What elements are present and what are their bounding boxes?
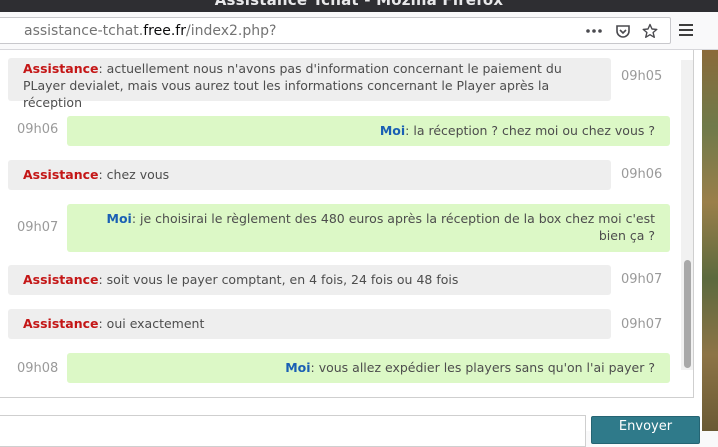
sender-name: Moi — [379, 123, 406, 138]
sender-name: Assistance — [23, 167, 99, 182]
window-titlebar: Assistance Tchat - Mozilla Firefox — [0, 0, 718, 12]
browser-toolbar: assistance-tchat.free.fr/index2.php? — [0, 12, 718, 50]
sender-name: Moi — [285, 360, 311, 375]
message-time: 09h06 — [621, 167, 663, 182]
message-assistance: Assistance: chez vous — [8, 160, 611, 190]
message-assistance: Assistance: actuellement nous n'avons pa… — [8, 58, 611, 110]
message-text: oui exactement — [106, 316, 205, 331]
window-title: Assistance Tchat - Mozilla Firefox — [214, 0, 504, 9]
hamburger-menu-icon[interactable] — [676, 21, 696, 39]
message-time: 09h05 — [621, 69, 663, 84]
message-moi: Moi: vous allez expédier les players san… — [67, 353, 670, 383]
message-input[interactable] — [0, 415, 586, 447]
message-text: je choisirai le règlement des 480 euros … — [140, 211, 655, 243]
message-text: chez vous — [106, 167, 170, 182]
sender-name: Assistance — [23, 316, 99, 331]
message-assistance: Assistance: oui exactement — [8, 309, 611, 339]
chat-page: Assistance: actuellement nous n'avons pa… — [0, 50, 718, 447]
message-time: 09h08 — [17, 361, 59, 376]
message-time: 09h07 — [621, 317, 663, 332]
message-text: actuellement nous n'avons pas d'informat… — [23, 61, 562, 110]
message-moi: Moi: la réception ? chez moi ou chez vou… — [67, 116, 670, 146]
sender-name: Assistance — [23, 272, 99, 287]
sender-name: Assistance — [23, 61, 99, 76]
sender-name: Moi — [106, 211, 132, 226]
page-actions-icon[interactable] — [585, 23, 603, 39]
message-moi: Moi: je choisirai le règlement des 480 e… — [67, 204, 670, 252]
message-time: 09h07 — [621, 272, 663, 287]
message-text: soit vous le payer comptant, en 4 fois, … — [106, 272, 459, 287]
url-bar[interactable]: assistance-tchat.free.fr/index2.php? — [0, 17, 671, 44]
message-text: la réception ? chez moi ou chez vous ? — [413, 123, 655, 138]
chat-log: Assistance: actuellement nous n'avons pa… — [0, 50, 694, 398]
url-text[interactable]: assistance-tchat.free.fr/index2.php? — [24, 23, 276, 39]
bookmark-star-icon[interactable] — [642, 23, 660, 39]
message-text: vous allez expédier les players sans qu'… — [318, 360, 655, 375]
message-time: 09h06 — [17, 122, 59, 137]
desktop-background-strip — [702, 50, 718, 431]
pocket-icon[interactable] — [615, 23, 633, 39]
chat-scrollbar-thumb[interactable] — [684, 260, 691, 368]
message-time: 09h07 — [17, 220, 59, 235]
message-assistance: Assistance: soit vous le payer comptant,… — [8, 265, 611, 295]
send-button[interactable]: Envoyer — [591, 416, 700, 444]
